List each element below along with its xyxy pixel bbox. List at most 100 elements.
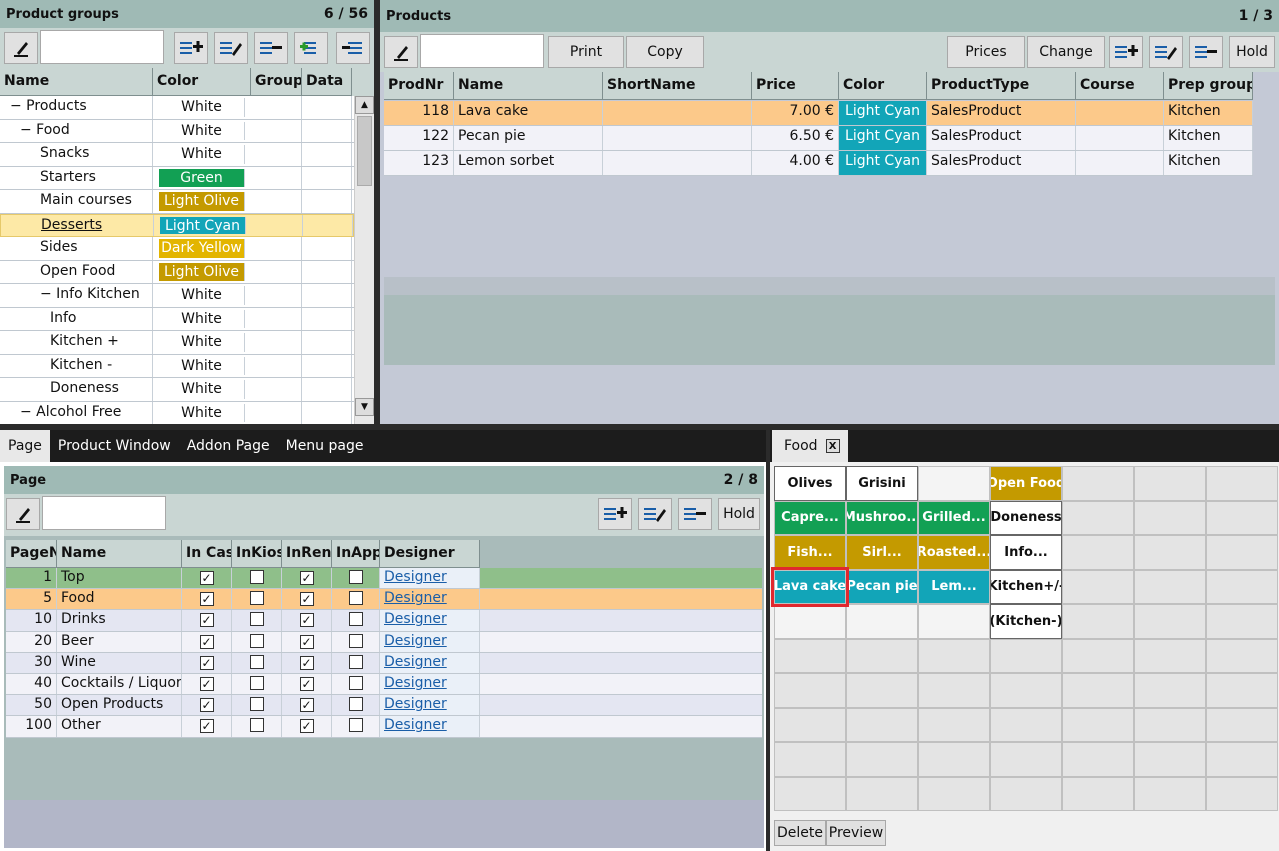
add-child-button[interactable] — [294, 32, 328, 64]
empty-slot[interactable] — [1134, 466, 1206, 501]
page-row[interactable]: 30 Wine ✓ ✓ Designer — [6, 652, 762, 674]
empty-slot[interactable] — [990, 673, 1062, 708]
empty-slot[interactable] — [990, 638, 1062, 673]
product-row[interactable]: 123 Lemon sorbet 4.00 € Light Cyan SalesProd… — [384, 151, 1253, 176]
in-kiosk-checkbox[interactable] — [249, 633, 264, 648]
empty-slot[interactable] — [774, 673, 846, 708]
empty-slot[interactable] — [1206, 707, 1278, 742]
in-cashier-checkbox[interactable]: ✓ — [199, 677, 214, 691]
empty-slot[interactable] — [1062, 500, 1134, 535]
product-button[interactable]: (Kitchen-) — [990, 604, 1062, 639]
empty-slot[interactable] — [990, 742, 1062, 777]
in-app-checkbox[interactable] — [348, 676, 363, 690]
edit-button[interactable] — [4, 32, 38, 64]
in-kiosk-checkbox[interactable] — [249, 612, 264, 627]
scroll-thumb[interactable] — [357, 116, 372, 186]
empty-slot[interactable] — [1206, 742, 1278, 777]
col-header-inremote[interactable]: InRen — [282, 540, 332, 568]
product-button[interactable]: Capre... — [774, 500, 846, 535]
page-row[interactable]: 20 Beer ✓ ✓ Designer — [6, 631, 762, 653]
col-header-pagenr[interactable]: PageN — [6, 540, 57, 568]
empty-slot[interactable] — [1134, 535, 1206, 570]
add-button[interactable] — [598, 498, 632, 530]
in-remote-checkbox[interactable]: ✓ — [299, 571, 314, 585]
product-button[interactable]: Lava cake — [771, 566, 849, 607]
product-button[interactable]: Lem... — [918, 569, 990, 604]
empty-slot[interactable] — [1062, 707, 1134, 742]
designer-link[interactable]: Designer — [380, 589, 480, 610]
empty-slot[interactable] — [918, 742, 990, 777]
tree-row[interactable]: Sides Dark Yellow — [0, 237, 354, 261]
in-app-checkbox[interactable] — [348, 697, 363, 712]
tree-row[interactable]: Kitchen + White — [0, 331, 354, 355]
empty-slot[interactable] — [918, 776, 990, 811]
page-row[interactable]: 100 Other ✓ ✓ Designer — [6, 716, 762, 738]
product-button[interactable]: Fish... — [774, 535, 846, 570]
in-kiosk-checkbox[interactable] — [249, 697, 264, 712]
empty-slot[interactable] — [1134, 638, 1206, 673]
empty-slot[interactable] — [774, 604, 846, 639]
page-row[interactable]: 10 Drinks ✓ ✓ Designer — [6, 610, 762, 632]
empty-slot[interactable] — [1062, 535, 1134, 570]
col-header-inapp[interactable]: InApp — [332, 540, 380, 568]
empty-slot[interactable] — [1134, 707, 1206, 742]
product-button[interactable]: Grilled... — [918, 500, 990, 535]
empty-slot[interactable] — [1206, 569, 1278, 604]
in-cashier-checkbox[interactable]: ✓ — [199, 698, 214, 713]
tree-row[interactable]: Starters Green — [0, 166, 354, 190]
tree-row[interactable]: Doneness White — [0, 378, 354, 402]
tree-row[interactable]: Main courses Light Olive — [0, 190, 354, 214]
outdent-button[interactable] — [336, 32, 370, 64]
scroll-up-button[interactable]: ▲ — [355, 96, 374, 114]
in-remote-checkbox[interactable]: ✓ — [299, 634, 314, 649]
product-groups-search-input[interactable] — [40, 30, 164, 64]
in-remote-checkbox[interactable]: ✓ — [299, 613, 314, 628]
in-app-checkbox[interactable] — [348, 654, 363, 669]
in-cashier-checkbox[interactable]: ✓ — [199, 655, 214, 670]
empty-slot[interactable] — [918, 673, 990, 708]
empty-slot[interactable] — [918, 638, 990, 673]
tree-row[interactable]: − Alcohol Free White — [0, 401, 354, 425]
empty-slot[interactable] — [1206, 604, 1278, 639]
tab-page[interactable]: Page — [0, 430, 50, 462]
page-row[interactable]: 40 Cocktails / Liquor ✓ ✓ Designer — [6, 674, 762, 696]
product-button[interactable]: Pecan pie — [846, 569, 918, 604]
product-button[interactable]: Kitchen+/- — [990, 569, 1062, 604]
col-header-producttype[interactable]: ProductType — [927, 72, 1076, 100]
tree-row[interactable]: Snacks White — [0, 143, 354, 167]
page-row[interactable]: 5 Food ✓ ✓ Designer — [6, 589, 762, 611]
in-cashier-checkbox[interactable]: ✓ — [199, 592, 214, 607]
designer-link[interactable]: Designer — [380, 695, 480, 716]
empty-slot[interactable] — [1134, 569, 1206, 604]
in-cashier-checkbox[interactable]: ✓ — [199, 613, 214, 628]
product-button[interactable]: Info... — [990, 535, 1062, 570]
empty-slot[interactable] — [1062, 569, 1134, 604]
edit-button[interactable] — [384, 36, 418, 68]
col-header-data[interactable]: Data — [302, 68, 352, 96]
in-remote-checkbox[interactable]: ✓ — [299, 677, 314, 691]
product-button[interactable]: Doneness — [990, 500, 1062, 535]
remove-button[interactable] — [1189, 36, 1223, 68]
in-kiosk-checkbox[interactable] — [249, 591, 264, 606]
empty-slot[interactable] — [1062, 673, 1134, 708]
empty-slot[interactable] — [990, 707, 1062, 742]
empty-slot[interactable] — [774, 707, 846, 742]
remove-button[interactable] — [254, 32, 288, 64]
empty-slot[interactable] — [846, 604, 918, 639]
products-search-input[interactable] — [420, 34, 544, 68]
designer-link[interactable]: Designer — [380, 568, 480, 589]
empty-slot[interactable] — [1134, 604, 1206, 639]
page-row[interactable]: 1 Top ✓ ✓ Designer — [6, 568, 762, 590]
delete-button[interactable]: Delete — [774, 820, 826, 846]
in-kiosk-checkbox[interactable] — [249, 654, 264, 669]
in-kiosk-checkbox[interactable] — [249, 676, 264, 690]
empty-slot[interactable] — [846, 776, 918, 811]
in-app-checkbox[interactable] — [348, 633, 363, 648]
product-button[interactable]: Grisini — [846, 466, 918, 501]
tab-product-window[interactable]: Product Window — [50, 430, 179, 462]
in-remote-checkbox[interactable]: ✓ — [299, 655, 314, 670]
in-remote-checkbox[interactable]: ✓ — [299, 719, 314, 734]
empty-slot[interactable] — [846, 742, 918, 777]
product-button[interactable]: Roasted... — [918, 535, 990, 570]
col-header-name[interactable]: Name — [454, 72, 603, 100]
